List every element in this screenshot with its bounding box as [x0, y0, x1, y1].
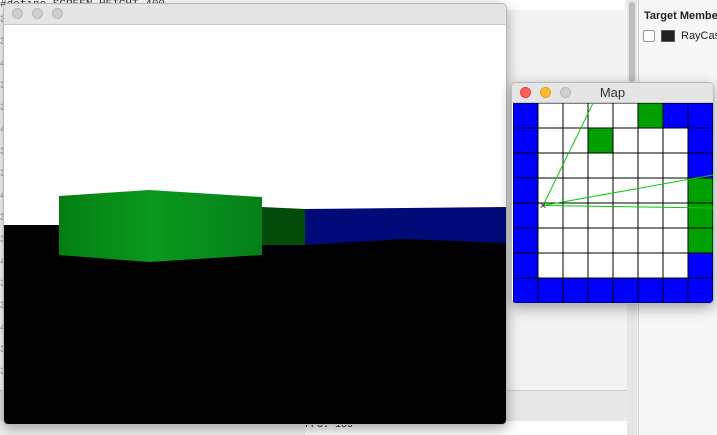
map-cell-empty	[637, 127, 664, 154]
map-cell-empty	[637, 177, 664, 204]
map-cell-empty	[637, 152, 664, 179]
map-cell-empty	[612, 127, 639, 154]
map-window-title: Map	[599, 85, 626, 100]
wall-slice-dark	[4, 225, 59, 260]
map-cell-empty	[537, 152, 564, 179]
wall-dark-green	[262, 207, 305, 245]
map-cell-wall	[687, 252, 713, 279]
map-cell-wall	[513, 103, 539, 129]
map-cell-wall	[562, 277, 589, 303]
map-cell-wall	[513, 277, 539, 303]
map-cell-wall	[662, 103, 689, 129]
map-cell-empty	[562, 252, 589, 279]
scroll-thumb[interactable]	[629, 2, 635, 82]
map-cell-wall	[513, 252, 539, 279]
map-cell-wall	[637, 277, 664, 303]
map-cell-empty	[637, 252, 664, 279]
map-cell-wall	[587, 127, 614, 154]
map-cell-wall	[513, 127, 539, 154]
target-member-row[interactable]: RayCaster	[643, 28, 717, 44]
map-cell-empty	[662, 227, 689, 254]
map-cell-wall	[687, 277, 713, 303]
target-member-checkbox[interactable]	[643, 30, 655, 42]
map-cell-empty	[587, 177, 614, 204]
map-cell-wall	[687, 103, 713, 129]
map-cell-wall	[513, 152, 539, 179]
map-cell-empty	[587, 152, 614, 179]
close-button[interactable]	[12, 8, 23, 19]
map-cell-empty	[612, 103, 639, 129]
wall-green	[59, 190, 262, 262]
map-cell-empty	[612, 252, 639, 279]
map-cell-empty	[562, 202, 589, 229]
map-cell-wall	[637, 103, 664, 129]
map-cell-empty	[637, 227, 664, 254]
target-member-label: RayCaster	[681, 30, 717, 42]
map-cell-empty	[587, 227, 614, 254]
map-cell-empty	[537, 103, 564, 129]
map-cell-empty	[662, 152, 689, 179]
zoom-button[interactable]	[52, 8, 63, 19]
minimap[interactable]: ×	[513, 103, 713, 303]
app-icon	[661, 30, 675, 42]
map-cell-wall	[537, 277, 564, 303]
map-cell-empty	[537, 127, 564, 154]
game-window	[3, 3, 507, 425]
map-cell-wall	[687, 152, 713, 179]
map-cell-wall	[662, 277, 689, 303]
map-cell-empty	[612, 152, 639, 179]
map-cell-empty	[562, 103, 589, 129]
raycast-view[interactable]	[4, 25, 506, 424]
map-cell-wall	[687, 227, 713, 254]
map-cell-empty	[612, 227, 639, 254]
map-cell-empty	[537, 227, 564, 254]
map-cell-wall	[513, 227, 539, 254]
map-cell-wall	[587, 277, 614, 303]
target-members-header: Target Members	[644, 10, 717, 22]
map-cell-empty	[662, 127, 689, 154]
map-cell-empty	[537, 252, 564, 279]
map-window-titlebar[interactable]: Map	[512, 83, 713, 103]
player-marker: ×	[539, 199, 546, 213]
map-cell-empty	[562, 227, 589, 254]
map-cell-wall	[687, 202, 713, 229]
map-cell-empty	[562, 127, 589, 154]
game-window-titlebar[interactable]	[4, 4, 506, 25]
map-cell-wall	[612, 277, 639, 303]
map-cell-wall	[687, 127, 713, 154]
map-cell-wall	[687, 177, 713, 204]
minimize-button[interactable]	[32, 8, 43, 19]
map-cell-wall	[513, 202, 539, 229]
map-cell-empty	[662, 252, 689, 279]
map-cell-wall	[513, 177, 539, 204]
map-window: Map ×	[511, 82, 714, 304]
map-cell-empty	[587, 252, 614, 279]
map-cell-empty	[662, 202, 689, 229]
